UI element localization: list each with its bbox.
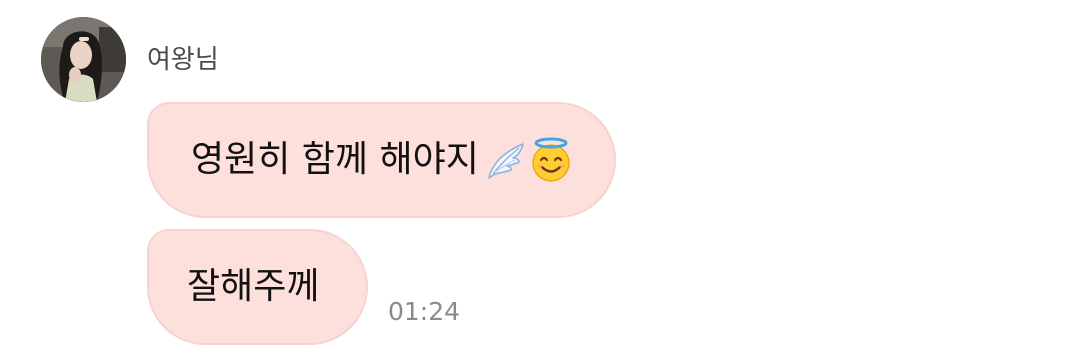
avatar[interactable] (41, 17, 126, 102)
smiling-face-with-halo-icon (532, 137, 570, 182)
sender-name: 여왕님 (147, 45, 219, 75)
message-bubble[interactable]: 영원히 함께 해야지 (147, 102, 616, 218)
wing-icon (488, 143, 524, 179)
message-text: 영원히 함께 해야지 (191, 139, 479, 180)
profile-photo (41, 17, 126, 102)
message-bubble[interactable]: 잘해주께 (147, 229, 368, 345)
message-timestamp: 01:24 (388, 297, 461, 326)
message-text: 잘해주께 (187, 266, 320, 307)
